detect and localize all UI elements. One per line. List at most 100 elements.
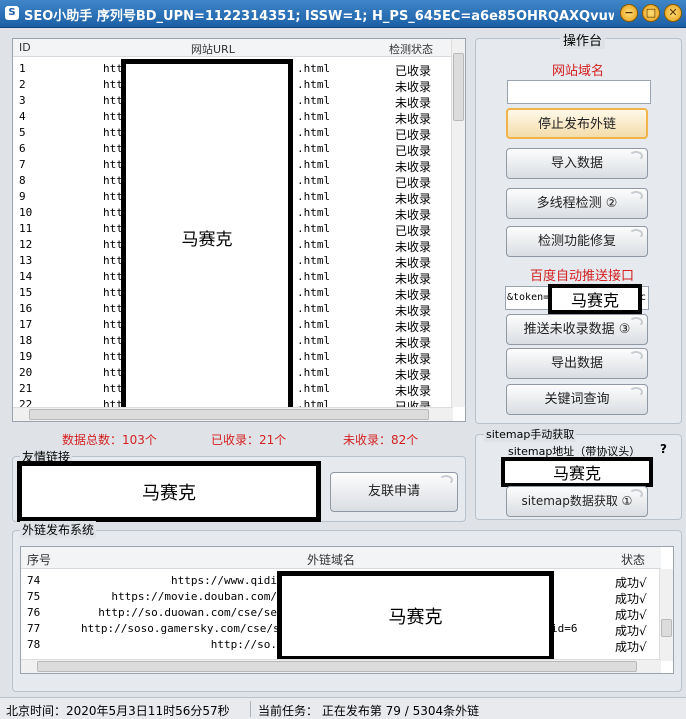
swirl-icon — [629, 387, 643, 397]
row-url-end: .html — [297, 206, 331, 219]
row-ext-url: http://so.duowan.com/cse/se — [98, 606, 277, 619]
col-url[interactable]: 网站URL — [191, 41, 235, 57]
not-indexed-count: 未收录：82个 — [343, 433, 419, 447]
row-id: 21 — [19, 382, 33, 395]
row-no: 74 — [27, 574, 41, 587]
extlink-hscroll[interactable] — [21, 659, 661, 673]
keyword-query-button[interactable]: 关键词查询 — [506, 384, 648, 415]
sitemap-title: sitemap手动获取 — [484, 426, 577, 442]
push-unindexed-button[interactable]: 推送未收录数据 ③ — [506, 314, 648, 345]
extlink-list[interactable]: 序号 外链域名 状态 74 https://www.qidi 成功√ 75 https:… — [20, 546, 674, 674]
row-ext-url: https://movie.douban.com/ — [111, 590, 277, 603]
row-url-start: htt — [103, 110, 123, 123]
row-url-end: .html — [297, 318, 331, 331]
multithread-label: 多线程检测 ② — [536, 196, 618, 211]
row-id: 18 — [19, 334, 33, 347]
ext-hscroll-thumb[interactable] — [37, 661, 637, 672]
domain-input[interactable] — [507, 80, 651, 104]
repair-button[interactable]: 检测功能修复 — [506, 226, 648, 257]
friend-apply-button[interactable]: 友联申请 — [330, 472, 458, 512]
row-url-start: htt — [103, 158, 123, 171]
row-id: 11 — [19, 222, 33, 235]
row-url-end: .html — [297, 302, 331, 315]
url-list-header: ID 网站URL 检测状态 — [13, 39, 453, 57]
multithread-check-button[interactable]: 多线程检测 ② — [506, 188, 648, 219]
indexed-count: 已收录：21个 — [211, 433, 287, 447]
row-url-end: .html — [297, 334, 331, 347]
close-button[interactable]: ✕ — [664, 4, 682, 22]
extlink-mosaic: 马赛克 — [277, 571, 554, 661]
row-url-end: .html — [297, 382, 331, 395]
domain-label: 网站域名 — [552, 64, 605, 79]
maximize-button[interactable]: □ — [642, 4, 660, 22]
export-button[interactable]: 导出数据 — [506, 348, 648, 379]
friend-apply-label: 友联申请 — [367, 484, 420, 499]
row-url-end: .html — [297, 286, 331, 299]
row-url-start: htt — [103, 318, 123, 331]
import-button[interactable]: 导入数据 — [506, 148, 648, 179]
row-url-start: htt — [103, 286, 123, 299]
row-id: 20 — [19, 366, 33, 379]
stop-publish-button[interactable]: 停止发布外链 — [506, 108, 648, 139]
row-url-end: .html — [297, 254, 331, 267]
app-logo-icon: S — [5, 6, 19, 20]
row-url-end: .html — [297, 174, 331, 187]
row-id: 13 — [19, 254, 33, 267]
current-task: 当前任务： 正在发布第 79 / 5304条外链 — [258, 704, 480, 718]
sitemap-fetch-label: sitemap数据获取 ① — [521, 494, 633, 508]
vscroll-thumb[interactable] — [453, 53, 464, 121]
title-bar: S SEO小助手 序列号BD_UPN=1122314351; ISSW=1; H… — [0, 0, 686, 28]
row-id: 17 — [19, 318, 33, 331]
row-url-end: .html — [297, 142, 331, 155]
status-bar: 北京时间：2020年5月3日11时56分57秒 当前任务： 正在发布第 79 /… — [0, 697, 686, 719]
col-status[interactable]: 检测状态 — [389, 41, 433, 57]
row-url-end: .html — [297, 94, 331, 107]
total-count: 数据总数：103个 — [62, 433, 157, 447]
row-url-end: .html — [297, 270, 331, 283]
row-ext-url: http://so. — [210, 638, 277, 651]
extlink-vscroll[interactable] — [659, 569, 673, 661]
row-id: 8 — [19, 174, 26, 187]
help-icon[interactable]: ? — [660, 442, 667, 456]
url-list-hscroll[interactable] — [13, 407, 453, 421]
hscroll-thumb[interactable] — [29, 409, 429, 420]
row-url-start: htt — [103, 382, 123, 395]
row-url-start: htt — [103, 238, 123, 251]
row-url-start: htt — [103, 190, 123, 203]
swirl-icon — [629, 317, 643, 327]
col-id[interactable]: ID — [19, 41, 31, 54]
keyword-label: 关键词查询 — [544, 392, 610, 407]
row-url-start: htt — [103, 302, 123, 315]
row-url-start: htt — [103, 126, 123, 139]
url-list[interactable]: ID 网站URL 检测状态 1 htt .html 已收录 2 htt .html 未收录 3 h… — [12, 38, 466, 422]
row-url-end: .html — [297, 238, 331, 251]
row-id: 10 — [19, 206, 33, 219]
row-id: 6 — [19, 142, 26, 155]
row-id: 15 — [19, 286, 33, 299]
ext-vscroll-thumb[interactable] — [661, 619, 672, 637]
sitemap-mosaic: 马赛克 — [501, 457, 653, 487]
row-url-end: .html — [297, 222, 331, 235]
row-url-start: htt — [103, 222, 123, 235]
row-url-start: htt — [103, 350, 123, 363]
row-url-end: .html — [297, 158, 331, 171]
row-url-start: htt — [103, 334, 123, 347]
row-url-end: .html — [297, 350, 331, 363]
swirl-icon — [629, 229, 643, 239]
swirl-icon — [629, 351, 643, 361]
window-title: SEO小助手 序列号BD_UPN=1122314351; ISSW=1; H_P… — [24, 9, 614, 24]
col-no[interactable]: 序号 — [27, 551, 51, 568]
sitemap-fetch-button[interactable]: sitemap数据获取 ① — [506, 486, 648, 517]
row-ext-status: 成功√ — [615, 640, 647, 654]
row-url-end: .html — [297, 126, 331, 139]
col-domain[interactable]: 外链域名 — [307, 551, 355, 568]
row-url-start: htt — [103, 270, 123, 283]
baidu-push-label: 百度自动推送接口 — [530, 269, 635, 284]
token-prefix: &token= — [507, 292, 550, 303]
row-id: 1 — [19, 62, 26, 75]
col-ext-status[interactable]: 状态 — [621, 551, 645, 568]
minimize-button[interactable]: − — [620, 4, 638, 22]
url-list-vscroll[interactable] — [451, 39, 465, 407]
row-url-start: htt — [103, 174, 123, 187]
row-url-end: .html — [297, 110, 331, 123]
